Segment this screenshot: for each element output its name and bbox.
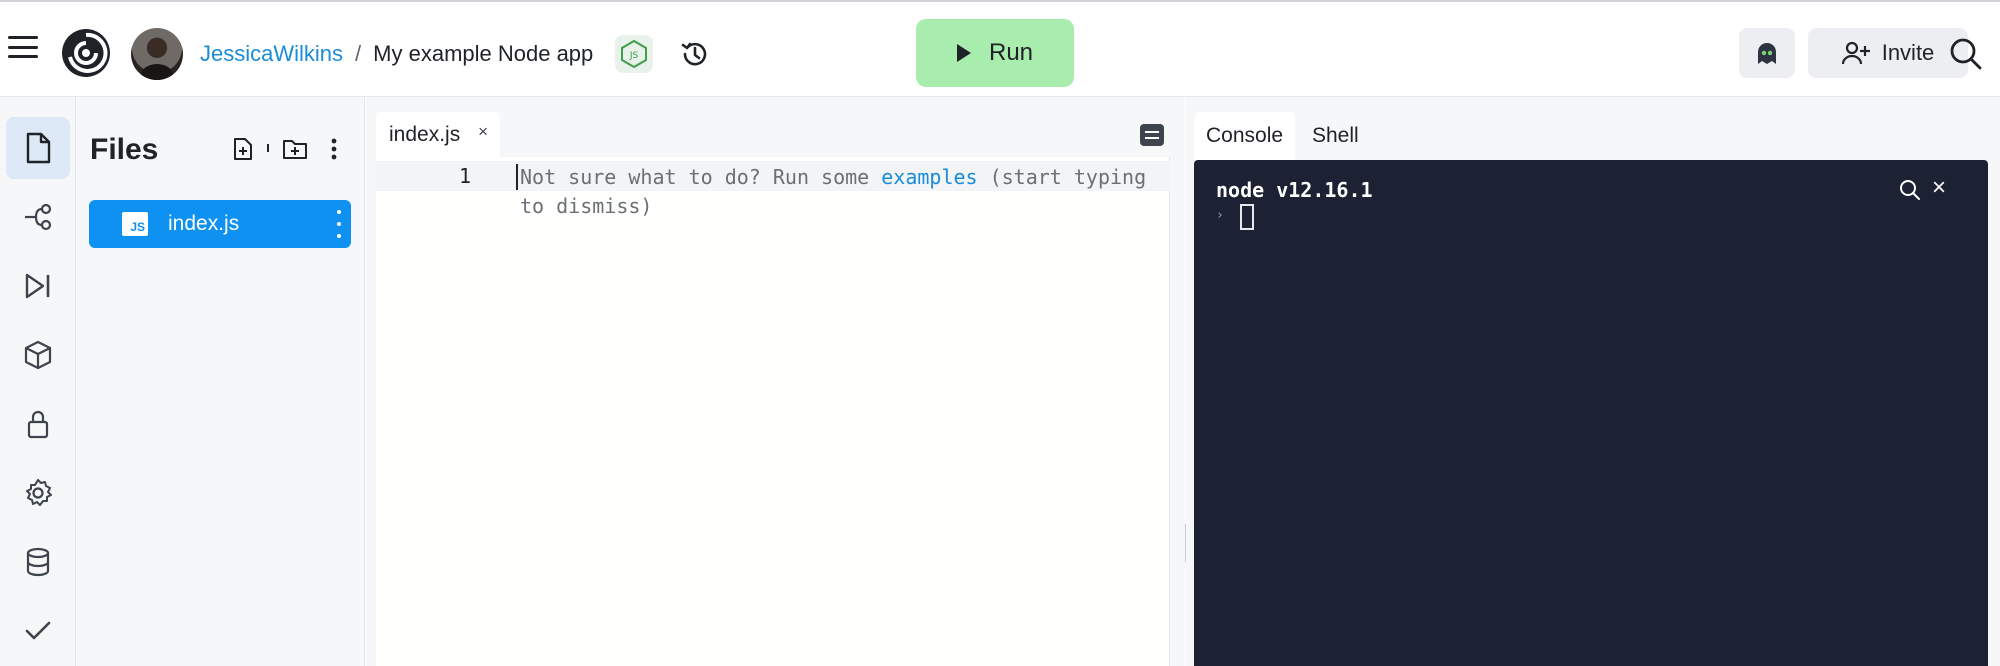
cube-icon	[24, 340, 52, 370]
tab-shell[interactable]: Shell	[1300, 112, 1371, 160]
run-button[interactable]: Run	[916, 19, 1074, 87]
editor-hint: Not sure what to do? Run some examples (…	[520, 163, 1160, 221]
tab-label: index.js	[389, 122, 461, 146]
breadcrumb-separator: /	[355, 41, 362, 66]
breadcrumb: JessicaWilkins / My example Node app	[200, 38, 593, 70]
files-more-button[interactable]	[319, 134, 349, 164]
file-name: index.js	[168, 212, 240, 235]
ghostwriter-icon	[1758, 43, 1776, 64]
new-folder-button[interactable]	[280, 134, 310, 164]
replit-logo[interactable]	[60, 27, 112, 79]
gear-icon	[26, 479, 52, 506]
sidebar-item-unit-tests[interactable]	[6, 600, 70, 662]
console-cursor	[1240, 204, 1254, 230]
more-vertical-icon	[331, 138, 337, 160]
files-panel-title: Files	[90, 133, 159, 166]
sidebar-item-database[interactable]	[6, 531, 70, 593]
avatar[interactable]	[131, 28, 183, 80]
file-item-index-js[interactable]: JS index.js	[89, 200, 351, 248]
step-play-icon	[25, 273, 50, 299]
history-icon[interactable]	[674, 34, 714, 74]
file-more-icon[interactable]	[335, 210, 343, 238]
close-tab-icon[interactable]: ×	[478, 122, 488, 142]
sidebar-item-packages[interactable]	[6, 324, 70, 386]
sidebar-item-version-control[interactable]	[6, 186, 70, 248]
console-search-icon[interactable]	[1898, 178, 1922, 202]
text-cursor	[516, 164, 518, 190]
check-icon	[25, 621, 51, 640]
invite-button[interactable]: Invite	[1808, 28, 1968, 78]
nodejs-icon[interactable]: JS	[615, 35, 653, 73]
hexagon-js-icon: JS	[621, 40, 647, 68]
hamburger-icon[interactable]	[8, 36, 38, 58]
tab-index-js[interactable]: index.js ×	[376, 112, 500, 157]
console-pane: Console Shell node v12.16.1 › ×	[1186, 97, 2000, 666]
line-number: 1	[458, 164, 471, 188]
editor-menu-icon[interactable]	[1140, 124, 1164, 146]
action-divider	[267, 144, 269, 152]
js-file-icon: JS	[122, 212, 148, 236]
invite-button-label: Invite	[1881, 40, 1935, 65]
examples-link[interactable]: examples	[881, 165, 977, 189]
lang-badge-text: JS	[629, 51, 639, 61]
new-folder-icon	[283, 140, 307, 159]
add-user-icon	[1841, 41, 1870, 65]
top-bar: JessicaWilkins / My example Node app JS …	[0, 0, 2000, 97]
console-clear-icon[interactable]: ×	[1932, 174, 1946, 202]
console-version-line: node v12.16.1	[1216, 178, 1373, 202]
breadcrumb-username[interactable]: JessicaWilkins	[200, 41, 343, 67]
editor-pane: index.js × 1 Not sure what to do? Run so…	[366, 97, 1185, 666]
sidebar-item-files[interactable]	[6, 117, 70, 179]
new-file-icon	[234, 138, 252, 160]
hint-text-start: Not sure what to do? Run some	[520, 165, 882, 189]
console-prompt-icon: ›	[1216, 208, 1224, 223]
run-button-label: Run	[988, 39, 1034, 66]
ghostwriter-button[interactable]	[1739, 28, 1795, 78]
new-file-button[interactable]	[228, 134, 258, 164]
play-icon	[956, 44, 971, 62]
search-icon[interactable]	[1948, 36, 1984, 72]
tab-console[interactable]: Console	[1194, 112, 1296, 160]
file-icon	[26, 132, 51, 164]
tool-sidebar	[0, 97, 76, 666]
code-editor[interactable]: 1 Not sure what to do? Run some examples…	[376, 157, 1170, 666]
files-panel: Files JS index.js	[76, 97, 365, 666]
sidebar-item-debugger[interactable]	[6, 255, 70, 317]
project-name[interactable]: My example Node app	[373, 41, 593, 67]
git-branch-icon	[25, 203, 52, 231]
database-icon	[26, 547, 50, 577]
lock-icon	[27, 410, 49, 439]
sidebar-item-secrets[interactable]	[6, 393, 70, 455]
sidebar-item-settings[interactable]	[6, 462, 70, 524]
console-output[interactable]: node v12.16.1 › ×	[1194, 160, 1988, 666]
